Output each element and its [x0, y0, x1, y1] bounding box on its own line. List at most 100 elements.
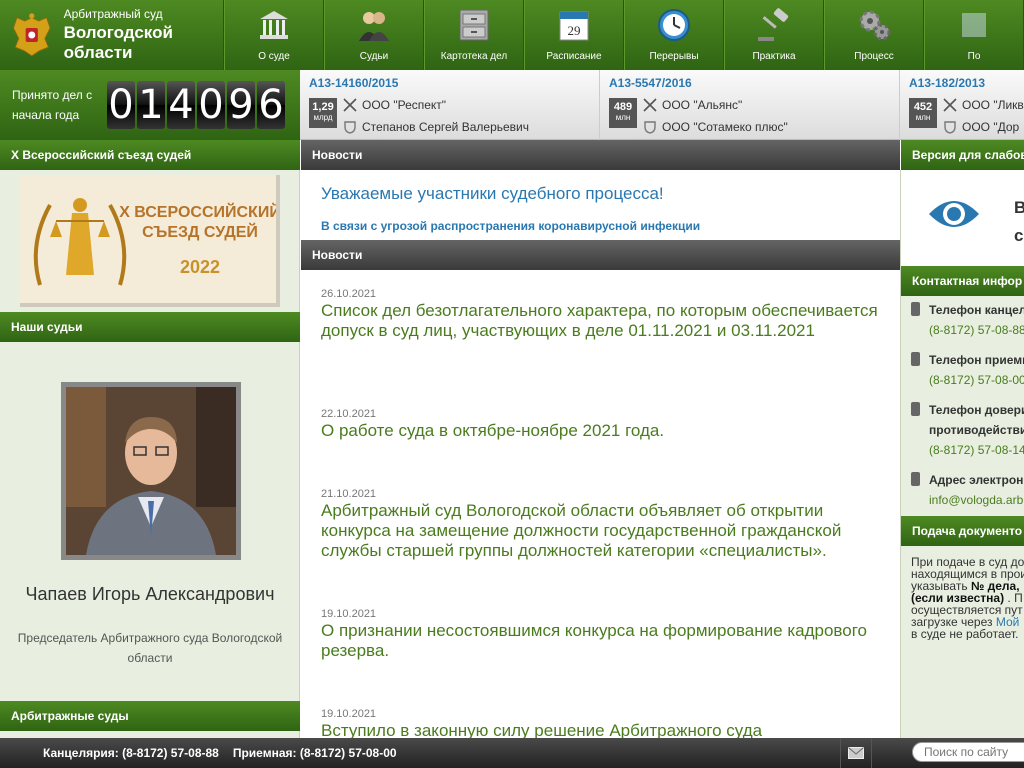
news-item: 19.10.2021 Вступило в законную силу реше…	[321, 708, 881, 738]
banner-year: 2022	[180, 257, 220, 277]
claim-amount: 452	[913, 101, 933, 113]
contact-label: Адрес электрон	[929, 473, 1024, 487]
contact-header: Контактная инфор	[901, 266, 1024, 296]
judge-position: Председатель Арбитражного суда Вологодск…	[17, 631, 283, 665]
news-list-header: Новости	[301, 240, 900, 270]
page: Арбитражный суд Вологодской области О су…	[0, 0, 1024, 768]
news-title-link[interactable]: Арбитражный суд Вологодской области объя…	[321, 501, 881, 561]
courts-header: Арбитражные суды	[0, 701, 300, 731]
filing-text: в суде не работает.	[911, 627, 1019, 640]
court-name-line2: Вологодской области	[63, 23, 173, 62]
counter-digits: 0 1 4 0 9 6	[107, 81, 287, 129]
eye-icon	[929, 201, 979, 227]
filing-header: Подача документо	[901, 516, 1024, 546]
vision-text-line2: с	[1014, 226, 1024, 245]
swords-icon	[943, 98, 957, 112]
news-item: 19.10.2021 О признании несостоявшимся ко…	[321, 608, 881, 661]
counter-digit: 4	[167, 81, 195, 129]
claim-amount: 489	[613, 101, 633, 113]
site-header: Арбитражный суд Вологодской области О су…	[0, 0, 1024, 70]
claim-amount: 1,29	[312, 101, 334, 113]
phone-icon	[911, 302, 920, 316]
swords-icon	[343, 98, 357, 112]
cases-ticker: Принято дел с начала года 0 1 4 0 9 6 А1…	[0, 70, 1024, 140]
contact-item: Телефон канцел (8-8172) 57-08-88	[911, 300, 1024, 340]
nav-case-files[interactable]: Картотека дел	[424, 0, 524, 70]
news-date: 19.10.2021	[321, 608, 377, 620]
news-date: 19.10.2021	[321, 708, 377, 720]
news-title-link[interactable]: О признании несостоявшимся конкурса на ф…	[321, 621, 881, 661]
congress-header: Х Всероссийский съезд судей	[0, 140, 300, 170]
news-item: 22.10.2021 О работе суда в октябре-ноябр…	[321, 408, 881, 441]
news-date: 26.10.2021	[321, 288, 377, 300]
plaintiff: ООО "Ликв	[962, 98, 1024, 112]
news-title-link[interactable]: О работе суда в октябре-ноябре 2021 года…	[321, 421, 881, 441]
building-icon	[260, 11, 288, 39]
nav-label: О суде	[258, 51, 290, 62]
counter-label: Принято дел с начала года	[12, 88, 93, 122]
nav-process[interactable]: Процесс	[824, 0, 924, 70]
case-number-link[interactable]: А13-14160/2015	[309, 76, 599, 90]
nav-judges[interactable]: Судьи	[324, 0, 424, 70]
nav-more[interactable]: По	[924, 0, 1024, 70]
contact-label: Телефон канцел	[929, 303, 1024, 317]
congress-banner[interactable]: Х ВСЕРОССИЙСКИЙ СЪЕЗД СУДЕЙ 2022	[20, 175, 281, 307]
court-logo-link[interactable]: Арбитражный суд Вологодской области	[0, 0, 224, 70]
news-title-link[interactable]: Вступило в законную силу решение Арбитра…	[321, 721, 881, 738]
contact-email[interactable]: info@vologda.arb	[929, 490, 1024, 510]
judge-name[interactable]: Чапаев Игорь Александрович	[0, 584, 300, 604]
phone-icon	[911, 402, 920, 416]
contact-value[interactable]: (8-8172) 57-08-00	[929, 370, 1024, 390]
nav-label: Процесс	[854, 51, 894, 62]
defendant: ООО "Дор	[962, 120, 1020, 134]
contact-value[interactable]: (8-8172) 57-08-14	[929, 440, 1024, 460]
nav-schedule[interactable]: 29 Расписание	[524, 0, 624, 70]
nav-label: Расписание	[546, 51, 602, 62]
case-card[interactable]: А13-14160/2015 1,29 млрд ООО "Респект" Ст…	[300, 70, 600, 140]
notice-title[interactable]: Уважаемые участники судебного процесса!	[321, 184, 664, 204]
contact-label: Телефон приемн	[929, 353, 1024, 367]
shield-icon	[944, 121, 956, 134]
claim-amount-badge: 452 млн	[909, 98, 937, 128]
contact-label: Телефон довери	[929, 403, 1024, 417]
judge-portrait-icon	[66, 387, 236, 555]
case-number-link[interactable]: А13-182/2013	[909, 76, 1024, 90]
calendar-day: 29	[568, 23, 581, 38]
judges-icon	[359, 12, 389, 41]
counter-digit: 6	[257, 81, 285, 129]
case-number-link[interactable]: А13-5547/2016	[609, 76, 899, 90]
site-search-input[interactable]	[912, 742, 1024, 762]
main-nav: О суде Судьи Картотека дел 29 Расписание…	[224, 0, 1024, 70]
nav-practice[interactable]: Практика	[724, 0, 824, 70]
phone-icon	[911, 472, 920, 486]
case-card[interactable]: А13-5547/2016 489 млн ООО "Альянс" ООО "С…	[600, 70, 900, 140]
news-header: Новости	[301, 140, 900, 170]
banner-line2: СЪЕЗД СУДЕЙ	[142, 222, 258, 241]
vision-text-line1: В	[1014, 198, 1024, 217]
nav-label: Судьи	[359, 51, 389, 62]
news-title-link[interactable]: Список дел безотлагательного характера, …	[321, 301, 881, 341]
claim-unit: млрд	[313, 113, 333, 122]
nav-about[interactable]: О суде	[224, 0, 324, 70]
gavel-icon	[758, 8, 789, 41]
plaintiff: ООО "Альянс"	[662, 98, 743, 112]
claim-unit: млн	[915, 113, 931, 122]
court-name-line1: Арбитражный суд	[63, 7, 163, 21]
swords-icon	[643, 98, 657, 112]
claim-amount-badge: 1,29 млрд	[309, 98, 337, 128]
nav-label: Картотека дел	[440, 51, 508, 62]
nav-breaks[interactable]: Перерывы	[624, 0, 724, 70]
mail-button[interactable]	[840, 738, 872, 768]
cabinet-icon	[459, 9, 489, 41]
vision-header: Версия для слабов	[901, 140, 1024, 170]
low-vision-link[interactable]: Вс	[901, 170, 1024, 268]
judges-header: Наши судьи	[0, 312, 300, 342]
counter-digit: 0	[197, 81, 225, 129]
case-card[interactable]: А13-182/2013 452 млн ООО "Ликв ООО "Дор	[900, 70, 1024, 140]
notice-subtitle[interactable]: В связи с угрозой распространения корона…	[321, 219, 700, 233]
nav-label: По	[967, 51, 981, 62]
footer-reception-phone: Приемная: (8-8172) 57-08-00	[232, 746, 397, 760]
contact-value[interactable]: (8-8172) 57-08-88	[929, 320, 1024, 340]
filing-info: При подаче в суд до находящимся в прои у…	[911, 556, 1024, 640]
judge-photo[interactable]	[61, 382, 241, 560]
